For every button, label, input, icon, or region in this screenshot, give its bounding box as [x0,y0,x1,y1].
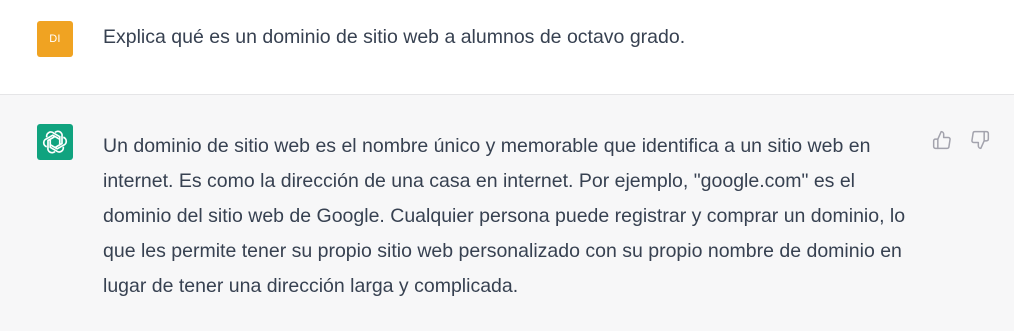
thumbs-down-button[interactable] [969,129,991,151]
assistant-message: Un dominio de sitio web es el nombre úni… [0,95,1014,331]
assistant-avatar [37,124,73,160]
user-avatar-initials: DI [49,33,61,45]
assistant-message-text: Un dominio de sitio web es el nombre úni… [103,135,906,297]
chat-thread: DI Explica qué es un dominio de sitio we… [0,0,1014,331]
thumbs-down-icon [971,130,990,150]
user-avatar: DI [37,21,73,57]
user-message: DI Explica qué es un dominio de sitio we… [0,0,1014,95]
user-message-text: Explica qué es un dominio de sitio web a… [103,26,686,48]
thumbs-up-button[interactable] [931,129,953,151]
feedback-buttons [931,129,991,151]
openai-logo-icon [42,130,68,154]
thumbs-up-icon [932,130,951,150]
